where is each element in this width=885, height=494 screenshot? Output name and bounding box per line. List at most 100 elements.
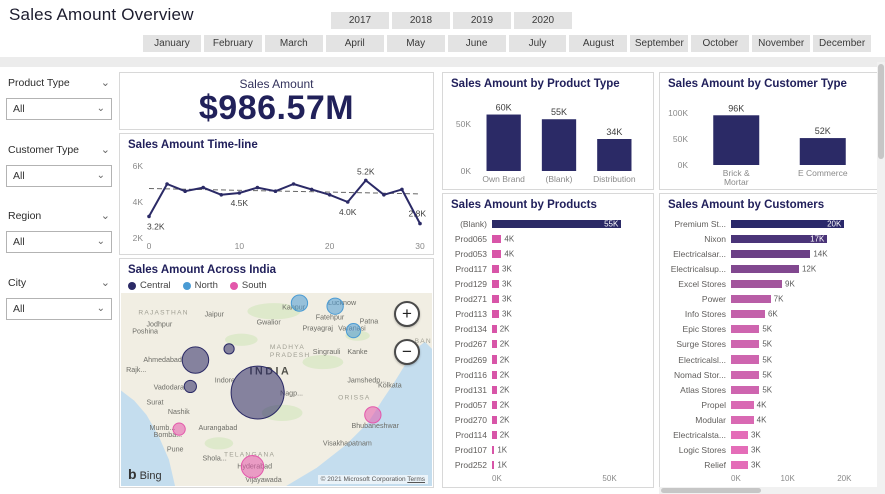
bar[interactable] [492, 279, 500, 289]
month-button-august[interactable]: August [569, 35, 628, 52]
data-point[interactable] [237, 191, 242, 195]
legend-item-central[interactable]: Central [128, 280, 171, 291]
legend-item-north[interactable]: North [182, 280, 218, 291]
month-button-september[interactable]: September [630, 35, 689, 52]
bar[interactable] [492, 264, 500, 273]
data-point[interactable] [327, 193, 332, 197]
bar[interactable] [731, 279, 782, 289]
legend-item-south[interactable]: South [229, 280, 267, 291]
data-point[interactable] [147, 214, 151, 219]
page-vertical-scrollbar[interactable] [877, 62, 885, 494]
data-point[interactable] [255, 185, 260, 190]
map-bubble-central[interactable] [183, 379, 197, 394]
bar[interactable] [492, 415, 497, 425]
slicer-header-city[interactable]: City ⌄ [6, 276, 112, 290]
year-button-2018[interactable]: 2018 [392, 12, 450, 29]
year-button-2017[interactable]: 2017 [331, 12, 389, 29]
bar[interactable] [731, 295, 771, 304]
year-button-2019[interactable]: 2019 [453, 12, 511, 29]
map-bubble-north[interactable] [326, 297, 344, 315]
data-point[interactable] [291, 182, 296, 186]
column-bar[interactable] [799, 138, 846, 165]
column-bar[interactable] [541, 119, 577, 171]
bar[interactable] [731, 340, 760, 349]
horizontal-scrollbar-thumb[interactable] [661, 488, 761, 493]
column-bar[interactable] [486, 114, 521, 171]
bar[interactable] [492, 295, 500, 304]
month-button-november[interactable]: November [752, 35, 811, 52]
data-point[interactable] [165, 182, 169, 186]
bar[interactable] [731, 385, 760, 394]
map-bubble-central[interactable] [181, 346, 210, 374]
data-point[interactable] [345, 200, 350, 204]
bar[interactable] [492, 310, 500, 319]
data-point[interactable] [418, 221, 422, 226]
terms-link[interactable]: Terms [407, 476, 425, 483]
map-zoom-out-button[interactable]: − [394, 339, 420, 365]
map-bubble-north[interactable] [345, 322, 362, 339]
slicer-dropdown-product-type[interactable]: All ⌄ [6, 98, 112, 120]
bar[interactable] [492, 400, 497, 409]
slicer-dropdown-region[interactable]: All ⌄ [6, 231, 112, 253]
month-button-october[interactable]: October [691, 35, 750, 52]
map-bubble-south[interactable] [364, 406, 382, 424]
column-bar[interactable] [597, 139, 632, 171]
bar[interactable] [731, 370, 760, 379]
month-button-march[interactable]: March [264, 35, 323, 52]
data-point[interactable] [201, 185, 205, 190]
bar[interactable] [731, 431, 748, 440]
month-button-january[interactable]: January [143, 35, 201, 52]
data-point[interactable] [382, 193, 386, 197]
bar[interactable] [492, 219, 622, 228]
month-button-may[interactable]: May [386, 35, 445, 52]
slicer-header-customer-type[interactable]: Customer Type ⌄ [6, 143, 112, 157]
month-button-july[interactable]: July [508, 35, 567, 52]
bar[interactable] [731, 461, 748, 470]
slicer-header-region[interactable]: Region ⌄ [6, 209, 112, 223]
customers-horizontal-scrollbar[interactable] [659, 487, 878, 494]
data-point[interactable] [273, 189, 278, 193]
data-point[interactable] [309, 187, 314, 192]
bar[interactable] [492, 325, 497, 334]
bar[interactable] [731, 249, 811, 258]
month-button-june[interactable]: June [447, 35, 506, 52]
data-point[interactable] [219, 193, 224, 197]
bar[interactable] [492, 355, 497, 364]
month-button-december[interactable]: December [813, 35, 872, 52]
bar[interactable] [731, 446, 748, 455]
month-button-february[interactable]: February [203, 35, 262, 52]
map-bubble-central[interactable] [223, 343, 235, 355]
bar[interactable] [492, 234, 502, 243]
bar[interactable] [731, 310, 765, 319]
slicer-header-product-type[interactable]: Product Type ⌄ [6, 76, 112, 90]
bar[interactable] [492, 370, 497, 379]
map-bubble-south[interactable] [172, 422, 186, 436]
year-button-2020[interactable]: 2020 [514, 12, 572, 29]
bar[interactable] [731, 264, 799, 273]
bar[interactable] [492, 340, 497, 349]
map-zoom-in-button[interactable]: + [394, 301, 420, 327]
month-button-april[interactable]: April [325, 35, 384, 52]
map-bubble-central[interactable] [230, 365, 285, 420]
bar[interactable] [492, 249, 502, 258]
bar[interactable] [492, 385, 497, 394]
map-bubble-south[interactable] [240, 455, 265, 479]
slicer-dropdown-city[interactable]: All ⌄ [6, 298, 112, 320]
bar-row: Prod114 2K [446, 428, 650, 443]
bar[interactable] [731, 355, 760, 364]
bar[interactable] [731, 400, 754, 409]
data-point[interactable] [364, 178, 368, 183]
data-label: 4.0K [339, 207, 357, 217]
bar[interactable] [492, 446, 495, 455]
slicer-dropdown-customer-type[interactable]: All ⌄ [6, 165, 112, 187]
data-point[interactable] [183, 189, 187, 193]
data-point[interactable] [400, 187, 404, 192]
bar[interactable] [731, 415, 754, 425]
map-bubble-north[interactable] [290, 294, 309, 312]
bar[interactable] [731, 325, 760, 334]
column-bar[interactable] [713, 115, 760, 165]
vertical-scrollbar-thumb[interactable] [878, 64, 884, 159]
bar[interactable] [492, 431, 497, 440]
bar[interactable] [492, 461, 495, 470]
timeline-series[interactable] [148, 179, 421, 225]
